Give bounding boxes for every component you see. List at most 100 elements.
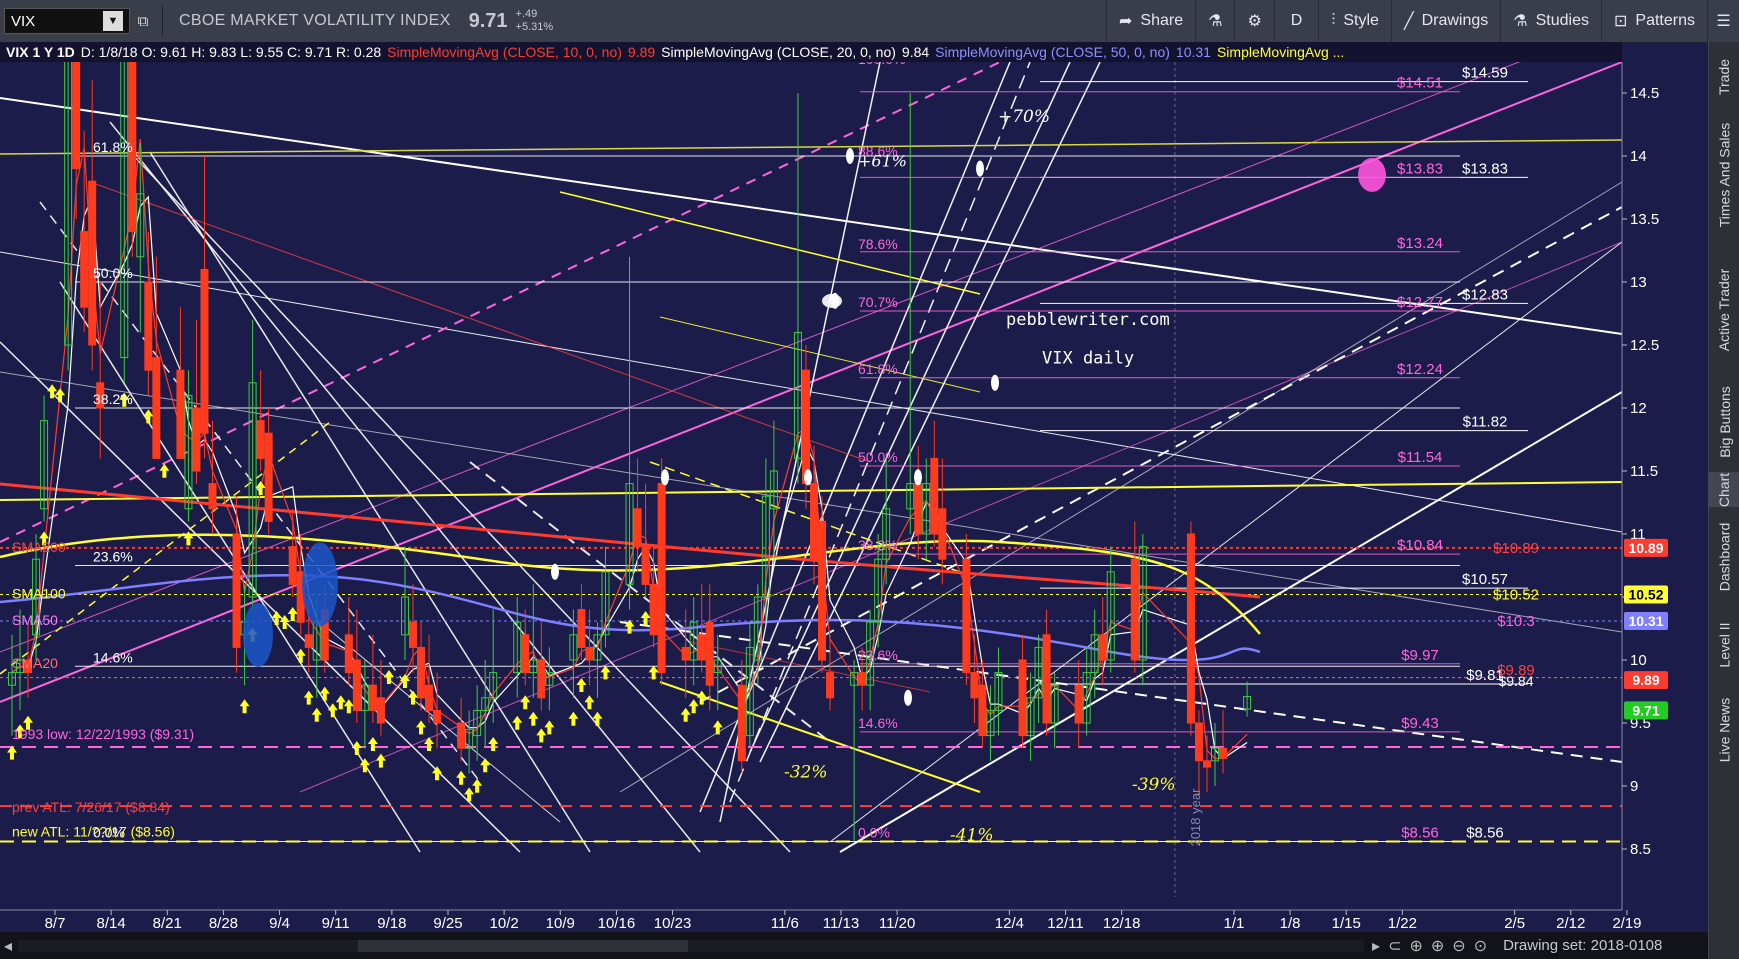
crosshair-icon[interactable]: ⊕	[1409, 936, 1422, 956]
x-tick-label: 9/25	[433, 915, 462, 932]
side-tab-active-trader[interactable]: Active Trader	[1709, 247, 1739, 372]
sma-more-label[interactable]: SimpleMovingAvg ...	[1217, 44, 1344, 60]
level-label-pink: $13.24	[1397, 235, 1443, 252]
share-label: Share	[1140, 12, 1184, 29]
scroll-right-icon[interactable]: ▸	[1372, 936, 1380, 956]
candle-down	[681, 646, 690, 661]
candle-down	[1130, 558, 1139, 661]
level-label-pink: $14.51	[1397, 75, 1443, 92]
level-label-pink: $11.54	[1398, 449, 1443, 466]
toolbar-actions: ➦ Share ⚗ ⚙ D ⫶ Style ╱ Drawings ⚗ Studies ⊡…	[1106, 0, 1739, 42]
level-label-white-small: $9.84	[1498, 673, 1533, 689]
level-label-purple: $10.3	[1497, 613, 1535, 630]
y-tick-label: 10	[1630, 652, 1647, 669]
candle-down	[72, 62, 81, 170]
pct-change: +5.31%	[515, 21, 554, 33]
sma10-label[interactable]: SimpleMovingAvg (CLOSE, 10, 0, no)	[387, 44, 622, 60]
level-label-pink: $9.43	[1401, 715, 1439, 732]
x-tick-label: 12/11	[1047, 915, 1083, 932]
sma10-value: 9.89	[627, 44, 656, 60]
candle-down	[425, 684, 434, 711]
candle-down	[818, 520, 827, 661]
candle-down	[737, 684, 746, 762]
price-change: +.49 +5.31%	[516, 8, 554, 34]
candle-down	[1098, 634, 1107, 661]
y-tick-label: 12	[1630, 400, 1647, 417]
side-tab-big-buttons[interactable]: Big Buttons	[1709, 372, 1739, 472]
fib-left-label: 61.8%	[93, 139, 133, 155]
ohlc-readout: D: 1/8/18 O: 9.61 H: 9.83 L: 9.55 C: 9.7…	[80, 44, 382, 60]
candle-down	[858, 672, 867, 686]
x-tick-label: 11/20	[879, 915, 915, 932]
candle-down	[409, 621, 417, 648]
divider	[162, 6, 163, 36]
zoom-in-icon[interactable]: ⊕	[1431, 936, 1444, 956]
level-label-white: $11.82	[1463, 414, 1508, 431]
level-label-white: $12.83	[1462, 286, 1508, 303]
level-label-pink: $12.24	[1397, 361, 1443, 378]
zoom-out-icon[interactable]: ⊖	[1452, 936, 1465, 956]
bottom-bar: ◂ ▸ ⊂ ⊕ ⊕ ⊖ ⊙ Drawing set: 2018-0108	[0, 932, 1708, 959]
sma20-label[interactable]: SimpleMovingAvg (CLOSE, 20, 0, no)	[661, 44, 896, 60]
level-label-white: $13.83	[1462, 160, 1508, 177]
x-tick-label: 12/18	[1103, 915, 1141, 932]
aggregation-button[interactable]: D	[1273, 0, 1319, 42]
x-tick-label: 2/19	[1612, 915, 1641, 932]
candle-down	[457, 722, 466, 749]
patterns-button[interactable]: ⊡ Patterns	[1601, 0, 1707, 42]
fib-mid-label: 100.0%	[858, 62, 905, 67]
point-marker	[914, 469, 922, 486]
period-label: VIX 1 Y 1D	[6, 44, 75, 60]
candle-down	[633, 508, 642, 548]
side-tab-label: Dashboard	[1716, 522, 1733, 592]
zoom-fit-icon[interactable]: ⊙	[1474, 936, 1487, 956]
point-marker	[804, 469, 812, 486]
scroll-left-icon[interactable]: ◂	[4, 936, 12, 956]
price-tag-label: 9.89	[1632, 672, 1659, 688]
share-button[interactable]: ➦ Share	[1106, 0, 1195, 42]
candle-down	[1202, 760, 1211, 768]
side-tab-level-ii[interactable]: Level II	[1709, 607, 1739, 682]
point-marker	[661, 469, 669, 486]
price-chart[interactable]: $17.09$16.12$15.27$14.59$13.83$12.83$11.…	[0, 62, 1708, 932]
candle-down	[914, 483, 923, 535]
candle-down	[304, 634, 313, 648]
pct-annotation: -32%	[784, 762, 828, 782]
sma50-label[interactable]: SimpleMovingAvg (CLOSE, 50, 0, no)	[935, 44, 1170, 60]
price-tag-label: 10.52	[1628, 586, 1663, 602]
expand-icon[interactable]: ⊂	[1388, 936, 1401, 956]
sma50-value: 10.31	[1175, 44, 1211, 60]
hamburger-icon: ☰	[1716, 13, 1731, 30]
scrollbar-thumb[interactable]	[358, 939, 689, 952]
fib-mid-label: 70.7%	[858, 294, 898, 310]
pct-annotation: -41%	[950, 825, 994, 845]
candle-down	[288, 546, 297, 585]
style-button[interactable]: ⫶ Style	[1318, 0, 1391, 42]
horizontal-scrollbar[interactable]	[18, 939, 1365, 952]
flask-button[interactable]: ⚗	[1195, 0, 1234, 42]
candle-down	[417, 646, 426, 699]
fib-mid-label: 61.8%	[858, 361, 898, 377]
candle-down	[264, 432, 273, 522]
side-tab-chart[interactable]: Chart	[1709, 472, 1739, 507]
menu-button[interactable]: ☰	[1707, 0, 1739, 42]
candle-down	[1074, 684, 1083, 724]
fib-mid-label: 14.6%	[858, 715, 898, 731]
side-tab-times-and-sales[interactable]: Times And Sales	[1709, 102, 1739, 247]
studies-button[interactable]: ⚗ Studies	[1500, 0, 1601, 42]
side-tab-dashboard[interactable]: Dashboard	[1709, 507, 1739, 607]
pct-annotation: +61%	[858, 151, 907, 170]
symbol-selector[interactable]: VIX ▼	[4, 8, 130, 34]
settings-button[interactable]: ⚙	[1234, 0, 1273, 42]
link-icon[interactable]: ⧉	[130, 13, 156, 30]
highlight-oval-blue	[302, 542, 338, 627]
sma-tag: SMA200	[12, 539, 66, 555]
x-tick-label: 1/22	[1388, 915, 1417, 932]
side-tab-label: Live News	[1716, 697, 1733, 762]
side-tab-trade[interactable]: Trade	[1709, 52, 1739, 102]
candle-down	[697, 634, 706, 661]
drawings-button[interactable]: ╱ Drawings	[1390, 0, 1500, 42]
fib-left-label: 50.0%	[93, 265, 133, 281]
side-tab-live-news[interactable]: Live News	[1709, 682, 1739, 777]
chevron-down-icon[interactable]: ▼	[103, 11, 123, 31]
